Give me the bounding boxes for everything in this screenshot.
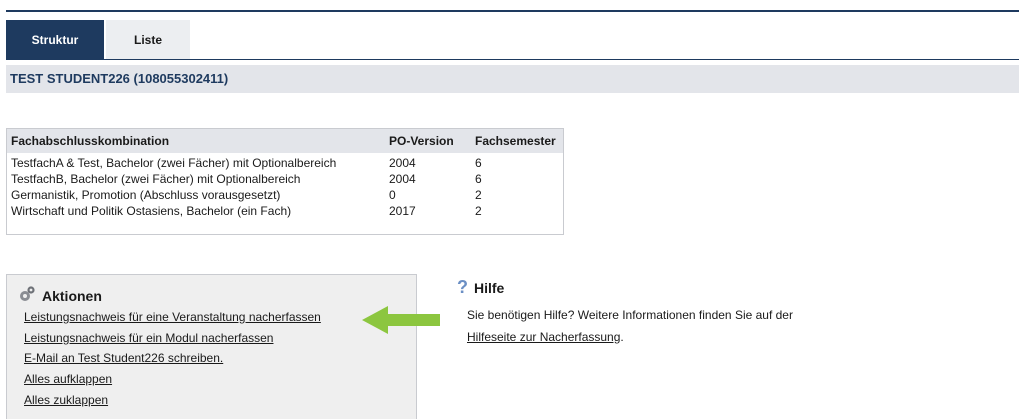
actions-heading: Aktionen bbox=[18, 285, 102, 306]
tabs-underline bbox=[6, 59, 1019, 60]
table-cell: 2 bbox=[475, 188, 482, 202]
record-course-achievement-link[interactable]: Leistungsnachweis für eine Veranstaltung… bbox=[24, 310, 321, 324]
help-heading: ? Hilfe bbox=[457, 277, 504, 298]
actions-panel: Aktionen Leistungsnachweis für eine Vera… bbox=[6, 274, 417, 419]
table-cell: 6 bbox=[475, 156, 482, 170]
column-header: PO-Version bbox=[385, 129, 471, 153]
help-title: Hilfe bbox=[474, 279, 505, 296]
collapse-all-link[interactable]: Alles zuklappen bbox=[24, 393, 108, 407]
green-arrow-icon bbox=[362, 306, 440, 334]
table-cell: 2004 bbox=[389, 156, 416, 170]
table-row: TestfachB, Bachelor (zwei Fächer) mit Op… bbox=[7, 171, 563, 187]
table-row: Wirtschaft und Politik Ostasiens, Bachel… bbox=[7, 203, 563, 219]
column-header: Fachsemester bbox=[471, 129, 563, 153]
table-header-row: Fachabschlusskombination PO-Version Fach… bbox=[7, 129, 563, 153]
top-rule bbox=[6, 10, 1019, 12]
table-cell: Germanistik, Promotion (Abschluss voraus… bbox=[11, 188, 281, 202]
table-cell: TestfachB, Bachelor (zwei Fächer) mit Op… bbox=[11, 172, 301, 186]
table-row: TestfachA & Test, Bachelor (zwei Fächer)… bbox=[7, 153, 563, 171]
table-cell: 2 bbox=[475, 204, 482, 218]
table-cell: TestfachA & Test, Bachelor (zwei Fächer)… bbox=[11, 156, 337, 170]
student-title: TEST STUDENT226 (108055302411) bbox=[6, 65, 1019, 93]
tab-struktur[interactable]: Struktur bbox=[6, 20, 104, 60]
degree-table: Fachabschlusskombination PO-Version Fach… bbox=[6, 128, 564, 235]
column-header: Fachabschlusskombination bbox=[7, 129, 385, 153]
table-row: Germanistik, Promotion (Abschluss voraus… bbox=[7, 187, 563, 203]
table-cell: 0 bbox=[389, 188, 396, 202]
help-page-link[interactable]: Hilfeseite zur Nacherfassung bbox=[467, 330, 620, 344]
expand-all-link[interactable]: Alles aufklappen bbox=[24, 372, 112, 386]
question-icon: ? bbox=[457, 277, 468, 297]
actions-title: Aktionen bbox=[42, 287, 102, 304]
table-cell: Wirtschaft und Politik Ostasiens, Bachel… bbox=[11, 204, 292, 218]
table-cell: 2004 bbox=[389, 172, 416, 186]
tab-liste[interactable]: Liste bbox=[106, 20, 190, 60]
table-cell: 6 bbox=[475, 172, 482, 186]
table-cell: 2017 bbox=[389, 204, 416, 218]
help-link-line: Hilfeseite zur Nacherfassung. bbox=[467, 330, 624, 344]
help-link-suffix: . bbox=[620, 330, 624, 344]
gear-icon bbox=[18, 285, 36, 306]
record-module-achievement-link[interactable]: Leistungsnachweis für ein Modul nacherfa… bbox=[24, 331, 273, 345]
view-tabs: Struktur Liste bbox=[6, 20, 190, 60]
send-email-link[interactable]: E-Mail an Test Student226 schreiben. bbox=[24, 351, 223, 365]
help-text: Sie benötigen Hilfe? Weitere Information… bbox=[467, 308, 793, 322]
